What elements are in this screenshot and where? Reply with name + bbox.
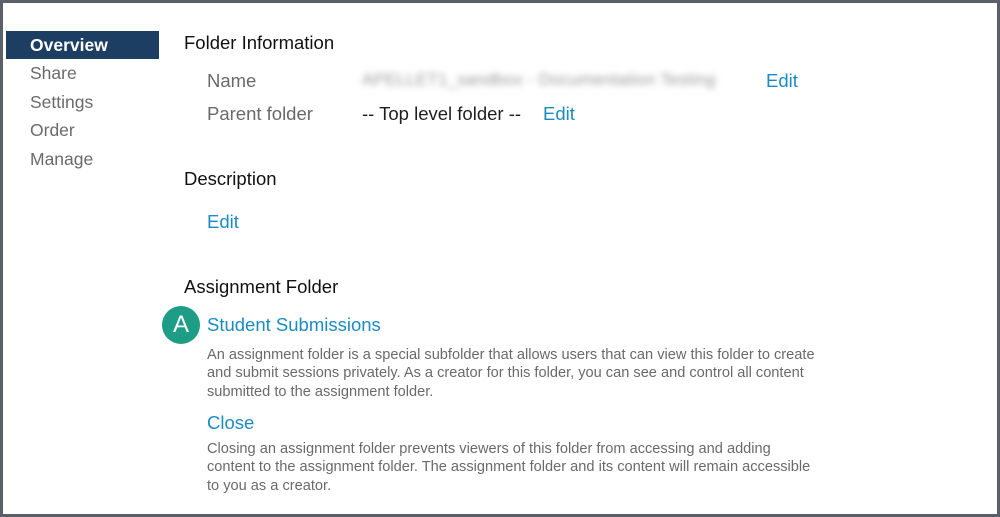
sidebar-item-overview[interactable]: Overview [6, 31, 159, 59]
edit-description-link[interactable]: Edit [207, 211, 239, 233]
sidebar-item-order[interactable]: Order [6, 116, 159, 145]
assignment-folder-heading: Assignment Folder [184, 276, 339, 297]
student-submissions-help-text: An assignment folder is a special subfol… [207, 347, 815, 400]
edit-parent-folder-link[interactable]: Edit [543, 103, 575, 125]
sidebar-nav: Overview Share Settings Order Manage [6, 31, 159, 173]
folder-name-value: APELLET1_sandbox - Documentation Testing [362, 70, 716, 89]
parent-folder-label: Parent folder [207, 103, 313, 124]
name-label: Name [207, 70, 257, 91]
callout-badge-a: A [162, 306, 200, 344]
close-help-text: Closing an assignment folder prevents vi… [207, 441, 811, 494]
close-assignment-folder-link[interactable]: Close [207, 412, 254, 434]
edit-name-link[interactable]: Edit [766, 70, 798, 92]
sidebar-item-manage[interactable]: Manage [6, 145, 159, 174]
sidebar-item-share[interactable]: Share [6, 59, 159, 88]
folder-information-heading: Folder Information [184, 32, 335, 53]
description-heading: Description [184, 168, 277, 189]
student-submissions-link[interactable]: Student Submissions [207, 314, 381, 336]
parent-folder-value: -- Top level folder -- [362, 103, 522, 124]
sidebar-item-settings[interactable]: Settings [6, 88, 159, 117]
